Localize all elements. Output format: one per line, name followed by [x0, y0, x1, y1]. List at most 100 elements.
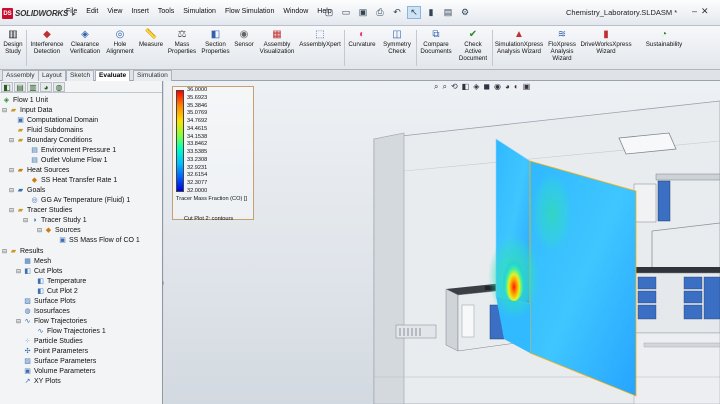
tree-item-boundary-conditions[interactable]: ⊟ ▰ Boundary Conditions: [8, 135, 92, 145]
tab-simulation[interactable]: Simulation: [133, 70, 172, 81]
section-view-icon[interactable]: ◧: [462, 82, 470, 92]
tree-item-input-data[interactable]: ⊟ ▰ Input Data: [1, 105, 52, 115]
tab-sketch[interactable]: Sketch: [66, 70, 95, 81]
tree-item-flow-unit[interactable]: ◈ Flow 1 Unit: [1, 95, 48, 105]
sustainability-label: Sustainability: [645, 41, 683, 48]
tree-item-volume-parameters[interactable]: ▣ Volume Parameters: [22, 366, 95, 376]
tree-item-isosurfaces[interactable]: ◍ Isosurfaces: [22, 306, 69, 316]
tree-item-goal-temperature[interactable]: ◎ GG Av Temperature (Fluid) 1: [29, 195, 130, 205]
previous-view-icon[interactable]: ⟲: [451, 82, 458, 92]
collapse-icon[interactable]: ⊟: [15, 318, 22, 325]
menu-tools[interactable]: Tools: [158, 8, 174, 15]
menu-view[interactable]: View: [107, 8, 122, 15]
collapse-icon[interactable]: ⊟: [15, 268, 22, 275]
property-manager-tab-icon[interactable]: ▤: [14, 82, 26, 92]
design-study-button[interactable]: ▥ Design Study: [2, 28, 24, 55]
hide-show-items-icon[interactable]: ◉: [494, 82, 501, 92]
options-gear-icon[interactable]: ⚙: [458, 6, 472, 19]
view-orientation-icon[interactable]: ◈: [473, 82, 479, 92]
command-manager-ribbon: ▥ Design Study ◆ Interference Detection …: [0, 26, 720, 70]
configuration-manager-tab-icon[interactable]: ▥: [27, 82, 39, 92]
tree-item-computational-domain[interactable]: ▣ Computational Domain: [15, 115, 98, 125]
tree-item-outlet-volume-flow[interactable]: ▤ Outlet Volume Flow 1: [29, 155, 107, 165]
section-properties-button[interactable]: ◧ Section Properties: [199, 28, 232, 55]
symmetry-check-button[interactable]: ◫ Symmetry Check: [380, 28, 414, 55]
menu-flow-simulation[interactable]: Flow Simulation: [225, 8, 274, 15]
tree-item-flow-trajectories[interactable]: ⊟ ∿ Flow Trajectories: [15, 316, 87, 326]
collapse-icon[interactable]: ⊟: [1, 107, 8, 114]
tree-item-environment-pressure[interactable]: ▤ Environment Pressure 1: [29, 145, 116, 155]
sustainability-button[interactable]: ◔ Sustainability: [640, 28, 688, 48]
view-settings-icon[interactable]: ▣: [523, 82, 531, 92]
print-icon[interactable]: ⎙: [373, 6, 387, 19]
apply-scene-icon[interactable]: ◐: [514, 82, 519, 92]
tree-item-fluid-subdomains[interactable]: ▰ Fluid Subdomains: [15, 125, 83, 135]
tree-item-point-parameters[interactable]: ✣ Point Parameters: [22, 346, 89, 356]
compare-documents-button[interactable]: ⧉ Compare Documents: [418, 28, 454, 55]
flow-simulation-tab-icon[interactable]: ◍: [53, 82, 65, 92]
zoom-to-area-icon[interactable]: ⌕: [442, 82, 446, 92]
collapse-icon[interactable]: ⊟: [36, 227, 43, 234]
menu-simulation[interactable]: Simulation: [183, 8, 216, 15]
select-pointer-icon[interactable]: ↖: [407, 6, 421, 19]
tree-item-results[interactable]: ⊟ ▰ Results: [1, 246, 43, 256]
open-folder-icon[interactable]: ▭: [339, 6, 353, 19]
collapse-icon[interactable]: ⊟: [8, 167, 15, 174]
measure-button[interactable]: 📏 Measure: [137, 28, 165, 48]
tree-item-sources[interactable]: ⊟ ◆ Sources: [36, 225, 81, 235]
save-icon[interactable]: ▣: [356, 6, 370, 19]
file-properties-icon[interactable]: ▤: [441, 6, 455, 19]
menu-window[interactable]: Window: [283, 8, 308, 15]
collapse-icon[interactable]: ⊟: [8, 207, 15, 214]
display-manager-tab-icon[interactable]: ◕: [40, 82, 52, 92]
assemblyxpert-button[interactable]: ⬚ AssemblyXpert: [297, 28, 343, 48]
floxpress-button[interactable]: ≋ FloXpress Analysis Wizard: [545, 28, 579, 62]
tree-item-goals[interactable]: ⊟ ▰ Goals: [8, 185, 45, 195]
tab-evaluate[interactable]: Evaluate: [95, 70, 131, 81]
tree-item-heat-transfer-rate[interactable]: ◆ SS Heat Transfer Rate 1: [29, 175, 117, 185]
clearance-verification-button[interactable]: ◈ Clearance Verification: [68, 28, 102, 55]
new-document-icon[interactable]: ▢: [322, 6, 336, 19]
graphics-area[interactable]: ⌕ ⌕ ⟲ ◧ ◈ ◼ ◉ ◕ ◐ ▣ 36.0000 35.6923 35.384…: [164, 81, 720, 404]
assembly-visualization-button[interactable]: ▦ Assembly Visualization: [258, 28, 296, 55]
tree-item-tracer-study[interactable]: ⊟ ◑ Tracer Study 1: [22, 215, 87, 225]
sensor-button[interactable]: ◉ Sensor: [232, 28, 256, 48]
rebuild-icon[interactable]: ▮: [424, 6, 438, 19]
tree-item-tracer-studies[interactable]: ⊟ ▰ Tracer Studies: [8, 205, 72, 215]
menu-insert[interactable]: Insert: [131, 8, 149, 15]
curvature-button[interactable]: ◐ Curvature: [346, 28, 378, 48]
interference-detection-button[interactable]: ◆ Interference Detection: [28, 28, 66, 55]
zoom-to-fit-icon[interactable]: ⌕: [434, 82, 438, 92]
tab-assembly[interactable]: Assembly: [2, 70, 39, 81]
display-style-icon[interactable]: ◼: [483, 82, 490, 92]
tree-item-xy-plots[interactable]: ↗ XY Plots: [22, 376, 61, 386]
tree-item-temperature[interactable]: ◧ Temperature: [35, 276, 86, 286]
driveworksxpress-button[interactable]: ▮ DriveWorksXpress Wizard: [580, 28, 632, 55]
tree-item-cut-plot-2[interactable]: ◧ Cut Plot 2: [35, 286, 78, 296]
collapse-icon[interactable]: ⊟: [8, 187, 15, 194]
check-active-document-button[interactable]: ✔ Check Active Document: [456, 28, 490, 62]
collapse-icon[interactable]: ⊟: [8, 137, 15, 144]
tree-item-mass-flow-co[interactable]: ▣ SS Mass Flow of CO 1: [57, 235, 140, 245]
menu-file[interactable]: File: [66, 8, 77, 15]
hole-alignment-button[interactable]: ◎ Hole Alignment: [104, 28, 136, 55]
close-icon[interactable]: ✕: [701, 6, 709, 17]
tree-item-mesh[interactable]: ▦ Mesh: [22, 256, 51, 266]
tree-item-particle-studies[interactable]: ⁘ Particle Studies: [22, 336, 83, 346]
collapse-icon[interactable]: ⊟: [1, 248, 8, 255]
tree-item-heat-sources[interactable]: ⊟ ▰ Heat Sources: [8, 165, 69, 175]
tree-item-surface-parameters[interactable]: ▨ Surface Parameters: [22, 356, 96, 366]
edit-appearance-icon[interactable]: ◕: [505, 82, 510, 92]
tab-layout[interactable]: Layout: [38, 70, 66, 81]
app-logo[interactable]: DS SOLIDWORKS ▸: [2, 7, 76, 20]
mass-properties-button[interactable]: ⚖ Mass Properties: [166, 28, 198, 55]
undo-icon[interactable]: ↶: [390, 6, 404, 19]
collapse-icon[interactable]: ⊟: [22, 217, 29, 224]
tree-item-flow-trajectories-1[interactable]: ∿ Flow Trajectories 1: [35, 326, 106, 336]
simulationxpress-button[interactable]: ▲ SimulationXpress Analysis Wizard: [494, 28, 544, 55]
tree-item-surface-plots[interactable]: ▨ Surface Plots: [22, 296, 75, 306]
feature-manager-tab-icon[interactable]: ◧: [1, 82, 13, 92]
tree-item-cut-plots[interactable]: ⊟ ◧ Cut Plots: [15, 266, 62, 276]
menu-edit[interactable]: Edit: [86, 8, 98, 15]
minimize-icon[interactable]: –: [692, 6, 697, 17]
